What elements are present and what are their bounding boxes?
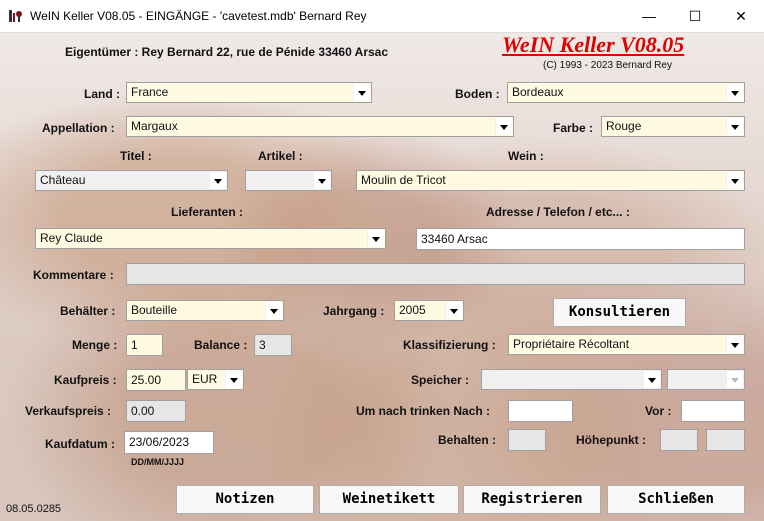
kaufdatum-label: Kaufdatum : — [45, 437, 115, 451]
boden-select[interactable]: Bordeaux — [507, 82, 745, 103]
weinetikett-button[interactable]: Weinetikett — [319, 485, 459, 514]
land-value: France — [131, 85, 169, 99]
behalten-label: Behalten : — [438, 433, 497, 447]
titel-value: Château — [40, 173, 86, 187]
appellation-label: Appellation : — [42, 121, 115, 135]
land-select[interactable]: France — [126, 82, 372, 103]
behaelter-select[interactable]: Bouteille — [126, 300, 284, 321]
vor-field[interactable] — [681, 400, 745, 422]
currency-value: EUR — [192, 372, 218, 386]
jahrgang-label: Jahrgang : — [323, 304, 385, 318]
kommentare-field[interactable] — [126, 263, 745, 285]
verkaufspreis-field: 0.00 — [126, 400, 186, 422]
chevron-down-icon — [726, 371, 743, 388]
balance-label: Balance : — [194, 338, 248, 352]
window-title: WeIN Keller V08.05 - EINGÄNGE - 'cavetes… — [30, 9, 367, 23]
version-label: 08.05.0285 — [6, 503, 62, 515]
chevron-down-icon[interactable] — [643, 371, 660, 388]
kommentare-label: Kommentare : — [33, 268, 114, 282]
adresse-label: Adresse / Telefon / etc... : — [486, 205, 630, 219]
chevron-down-icon[interactable] — [225, 371, 242, 388]
title-bar: WeIN Keller V08.05 - EINGÄNGE - 'cavetes… — [0, 0, 764, 33]
chevron-down-icon[interactable] — [209, 172, 226, 189]
behaelter-label: Behälter : — [60, 304, 116, 318]
currency-select[interactable]: EUR — [187, 369, 244, 390]
speicher-label: Speicher : — [411, 373, 470, 387]
chevron-down-icon[interactable] — [726, 172, 743, 189]
lieferanten-select[interactable]: Rey Claude — [35, 228, 386, 249]
close-button[interactable]: ✕ — [718, 0, 764, 32]
klassifizierung-value: Propriétaire Récoltant — [513, 337, 630, 351]
trinken-label: Um nach trinken Nach : — [356, 404, 491, 418]
speicher-select[interactable] — [481, 369, 662, 390]
behalten-field — [508, 429, 546, 451]
titel-select[interactable]: Château — [35, 170, 228, 191]
registrieren-button[interactable]: Registrieren — [463, 485, 601, 514]
klassifizierung-select[interactable]: Propriétaire Récoltant — [508, 334, 745, 355]
balance-field: 3 — [254, 334, 292, 356]
wein-label: Wein : — [508, 149, 544, 163]
konsultieren-button[interactable]: Konsultieren — [553, 298, 686, 327]
land-label: Land : — [84, 87, 120, 101]
entry-form: Eigentümer : Rey Bernard 22, rue de Péni… — [0, 33, 764, 521]
maximize-button[interactable]: ☐ — [672, 0, 718, 32]
behaelter-value: Bouteille — [131, 303, 178, 317]
trinken-field[interactable] — [508, 400, 573, 422]
wein-select[interactable]: Moulin de Tricot — [356, 170, 745, 191]
kaufdatum-field[interactable]: 23/06/2023 — [124, 431, 214, 454]
menge-label: Menge : — [72, 338, 118, 352]
kaufpreis-label: Kaufpreis : — [54, 373, 117, 387]
chevron-down-icon[interactable] — [445, 302, 462, 319]
chevron-down-icon[interactable] — [495, 118, 512, 135]
kaufpreis-field[interactable]: 25.00 — [126, 369, 186, 391]
app-icon — [9, 10, 22, 22]
artikel-select[interactable] — [245, 170, 332, 191]
vor-label: Vor : — [645, 404, 672, 418]
boden-value: Bordeaux — [512, 85, 564, 99]
date-format-hint: DD/MM/JJJJ — [131, 457, 185, 467]
jahrgang-value: 2005 — [399, 303, 426, 317]
jahrgang-select[interactable]: 2005 — [394, 300, 464, 321]
chevron-down-icon[interactable] — [726, 336, 743, 353]
chevron-down-icon[interactable] — [313, 172, 330, 189]
wein-value: Moulin de Tricot — [361, 173, 446, 187]
adresse-field[interactable]: 33460 Arsac — [416, 228, 745, 250]
verkaufspreis-label: Verkaufspreis : — [25, 404, 112, 418]
chevron-down-icon[interactable] — [265, 302, 282, 319]
menge-field[interactable]: 1 — [126, 334, 163, 356]
klassifizierung-label: Klassifizierung : — [403, 338, 496, 352]
appellation-select[interactable]: Margaux — [126, 116, 514, 137]
boden-label: Boden : — [455, 87, 500, 101]
hoehepunkt-to-field — [706, 429, 745, 451]
minimize-button[interactable]: — — [626, 0, 672, 32]
artikel-label: Artikel : — [258, 149, 303, 163]
farbe-label: Farbe : — [553, 121, 594, 135]
speicher-sub-select — [667, 369, 745, 390]
lieferanten-label: Lieferanten : — [171, 205, 244, 219]
notizen-button[interactable]: Notizen — [176, 485, 314, 514]
schliessen-button[interactable]: Schließen — [607, 485, 745, 514]
lieferanten-value: Rey Claude — [40, 231, 103, 245]
hoehepunkt-from-field — [660, 429, 698, 451]
owner-info: Eigentümer : Rey Bernard 22, rue de Péni… — [65, 45, 389, 59]
chevron-down-icon[interactable] — [367, 230, 384, 247]
farbe-select[interactable]: Rouge — [601, 116, 745, 137]
appellation-value: Margaux — [131, 119, 178, 133]
chevron-down-icon[interactable] — [353, 84, 370, 101]
copyright: (C) 1993 - 2023 Bernard Rey — [543, 60, 672, 71]
hoehepunkt-label: Höhepunkt : — [576, 433, 646, 447]
titel-label: Titel : — [120, 149, 152, 163]
chevron-down-icon[interactable] — [726, 118, 743, 135]
brand-logo: WeIN Keller V08.05 — [502, 33, 685, 57]
chevron-down-icon[interactable] — [726, 84, 743, 101]
farbe-value: Rouge — [606, 119, 642, 133]
